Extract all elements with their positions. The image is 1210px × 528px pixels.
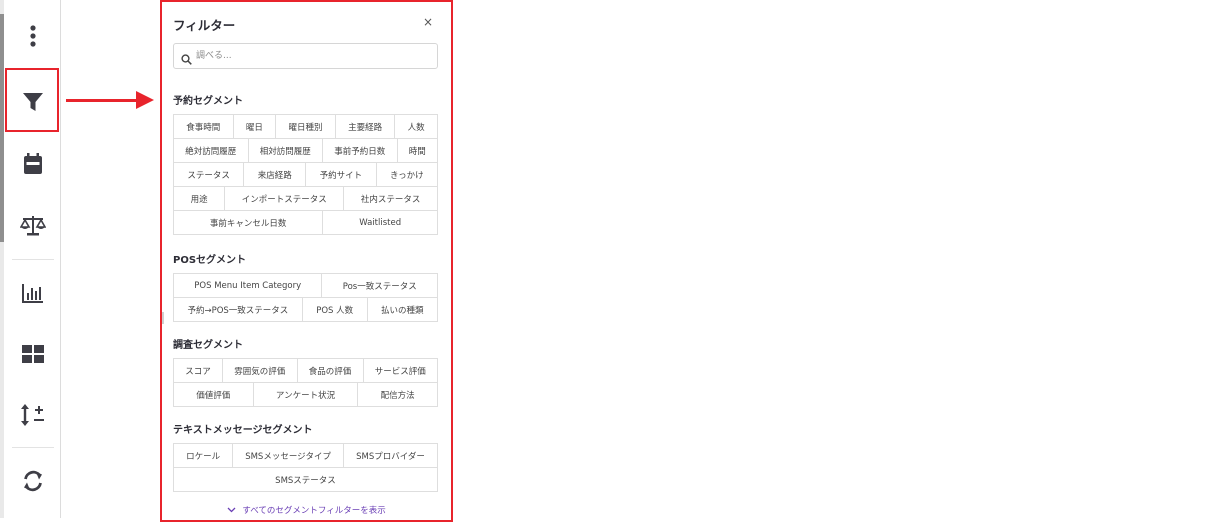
segment-row: 価値評価 アンケート状況 配信方法 <box>174 383 437 407</box>
segment-grid: スコア 雰囲気の評価 食品の評価 サービス評価 価値評価 アンケート状況 配信方法 <box>173 358 438 407</box>
segment-filter-option[interactable]: スコア <box>174 359 223 382</box>
segment-filter-option[interactable]: 価値評価 <box>174 383 254 406</box>
segment-row: スコア 雰囲気の評価 食品の評価 サービス評価 <box>174 359 437 383</box>
segment-filter-option[interactable]: 払いの種類 <box>368 298 437 321</box>
segment-filter-option[interactable]: 来店経路 <box>244 163 307 186</box>
segment-row: 事前キャンセル日数 Waitlisted <box>174 211 437 235</box>
toolbar-divider <box>12 259 54 260</box>
toolbar-scrollbar[interactable] <box>0 14 4 242</box>
show-all-label: すべてのセグメントフィルターを表示 <box>242 506 386 516</box>
calendar-icon[interactable] <box>14 145 52 183</box>
segment-filter-option[interactable]: ロケール <box>174 444 234 467</box>
segment-filter-option[interactable]: 事前キャンセル日数 <box>174 211 324 234</box>
segment-filter-option[interactable]: サービス評価 <box>364 359 438 382</box>
bar-chart-icon[interactable] <box>14 274 52 312</box>
filter-panel: フィルター × 予約セグメント食事時間曜日曜日種別主要経路人数絶対訪問履歴相対訪… <box>160 0 453 522</box>
segment-row: 食事時間 曜日 曜日種別 主要経路 人数 <box>174 115 437 139</box>
segment-filter-option[interactable]: アンケート状況 <box>254 383 359 406</box>
segment-filter-option[interactable]: 食事時間 <box>174 115 234 138</box>
segment-filter-option[interactable]: SMSプロバイダー <box>344 444 437 467</box>
segment-filter-option[interactable]: 曜日 <box>234 115 277 138</box>
segment-filter-option[interactable]: 雰囲気の評価 <box>223 359 298 382</box>
segment-filter-option[interactable]: 社内ステータス <box>344 187 437 210</box>
grid-layout-icon[interactable] <box>14 335 52 373</box>
segment-filter-option[interactable]: 相対訪問履歴 <box>249 139 323 162</box>
segment-filter-option[interactable]: 曜日種別 <box>276 115 336 138</box>
segment-row: ロケール SMSメッセージタイプ SMSプロバイダー <box>174 444 437 468</box>
segment-filter-option[interactable]: 事前予約日数 <box>323 139 398 162</box>
left-toolbar <box>0 0 61 518</box>
pointer-arrow-line <box>66 99 140 102</box>
balance-scale-icon[interactable] <box>14 207 52 245</box>
segment-row: ステータス 来店経路 予約サイト きっかけ <box>174 163 437 187</box>
section-title: POSセグメント <box>173 255 247 266</box>
segment-grid: 食事時間 曜日 曜日種別 主要経路 人数 絶対訪問履歴 相対訪問履歴 事前予約日数 時間 ステータ… <box>173 114 438 235</box>
section-title: テキストメッセージセグメント <box>173 425 313 436</box>
segment-filter-option[interactable]: インポートステータス <box>225 187 345 210</box>
segment-grid: ロケール SMSメッセージタイプ SMSプロバイダー SMSステータス <box>173 443 438 492</box>
segment-filter-option[interactable]: 予約サイト <box>306 163 377 186</box>
search-icon <box>181 50 192 69</box>
segment-row: SMSステータス <box>174 468 437 492</box>
segment-filter-option[interactable]: 用途 <box>174 187 226 210</box>
kebab-menu-icon[interactable] <box>14 17 52 55</box>
segment-filter-option[interactable]: 時間 <box>398 139 438 162</box>
segment-row: 用途 インポートステータス 社内ステータス <box>174 187 437 211</box>
section-title: 予約セグメント <box>173 96 243 107</box>
sort-plus-minus-icon[interactable] <box>14 396 52 434</box>
segment-filter-option[interactable]: Waitlisted <box>323 211 437 234</box>
segment-filter-option[interactable]: POS Menu Item Category <box>174 274 323 297</box>
segment-row: 絶対訪問履歴 相対訪問履歴 事前予約日数 時間 <box>174 139 437 163</box>
segment-filter-option[interactable]: 人数 <box>395 115 437 138</box>
show-all-segment-filters-link[interactable]: すべてのセグメントフィルターを表示 <box>162 504 451 516</box>
segment-filter-option[interactable]: Pos一致ステータス <box>322 274 437 297</box>
segment-filter-option[interactable]: SMSステータス <box>174 468 437 491</box>
segment-filter-option[interactable]: 配信方法 <box>358 383 437 406</box>
segment-filter-option[interactable]: SMSメッセージタイプ <box>233 444 345 467</box>
refresh-icon[interactable] <box>14 462 52 500</box>
segment-filter-option[interactable]: 食品の評価 <box>298 359 364 382</box>
segment-filter-option[interactable]: きっかけ <box>377 163 438 186</box>
segment-filter-option[interactable]: 絶対訪問履歴 <box>174 139 249 162</box>
chevron-down-icon <box>227 506 236 516</box>
close-button[interactable]: × <box>420 14 436 30</box>
segment-filter-option[interactable]: POS 人数 <box>303 298 368 321</box>
segment-row: 予約→POS一致ステータス POS 人数 払いの種類 <box>174 298 437 322</box>
segment-filter-option[interactable]: 主要経路 <box>336 115 396 138</box>
segment-filter-option[interactable]: ステータス <box>174 163 245 186</box>
panel-scroll-indicator <box>162 312 164 324</box>
search-box[interactable] <box>173 43 438 69</box>
segment-row: POS Menu Item Category Pos一致ステータス <box>174 274 437 298</box>
filter-highlight-box <box>5 68 59 132</box>
segment-filter-option[interactable]: 予約→POS一致ステータス <box>174 298 303 321</box>
toolbar-divider <box>12 447 54 448</box>
pointer-arrow-head <box>136 91 154 109</box>
section-title: 調査セグメント <box>173 340 243 351</box>
search-input[interactable] <box>196 47 431 65</box>
segment-grid: POS Menu Item Category Pos一致ステータス 予約→POS一致… <box>173 273 438 322</box>
panel-title: フィルター <box>173 18 236 33</box>
